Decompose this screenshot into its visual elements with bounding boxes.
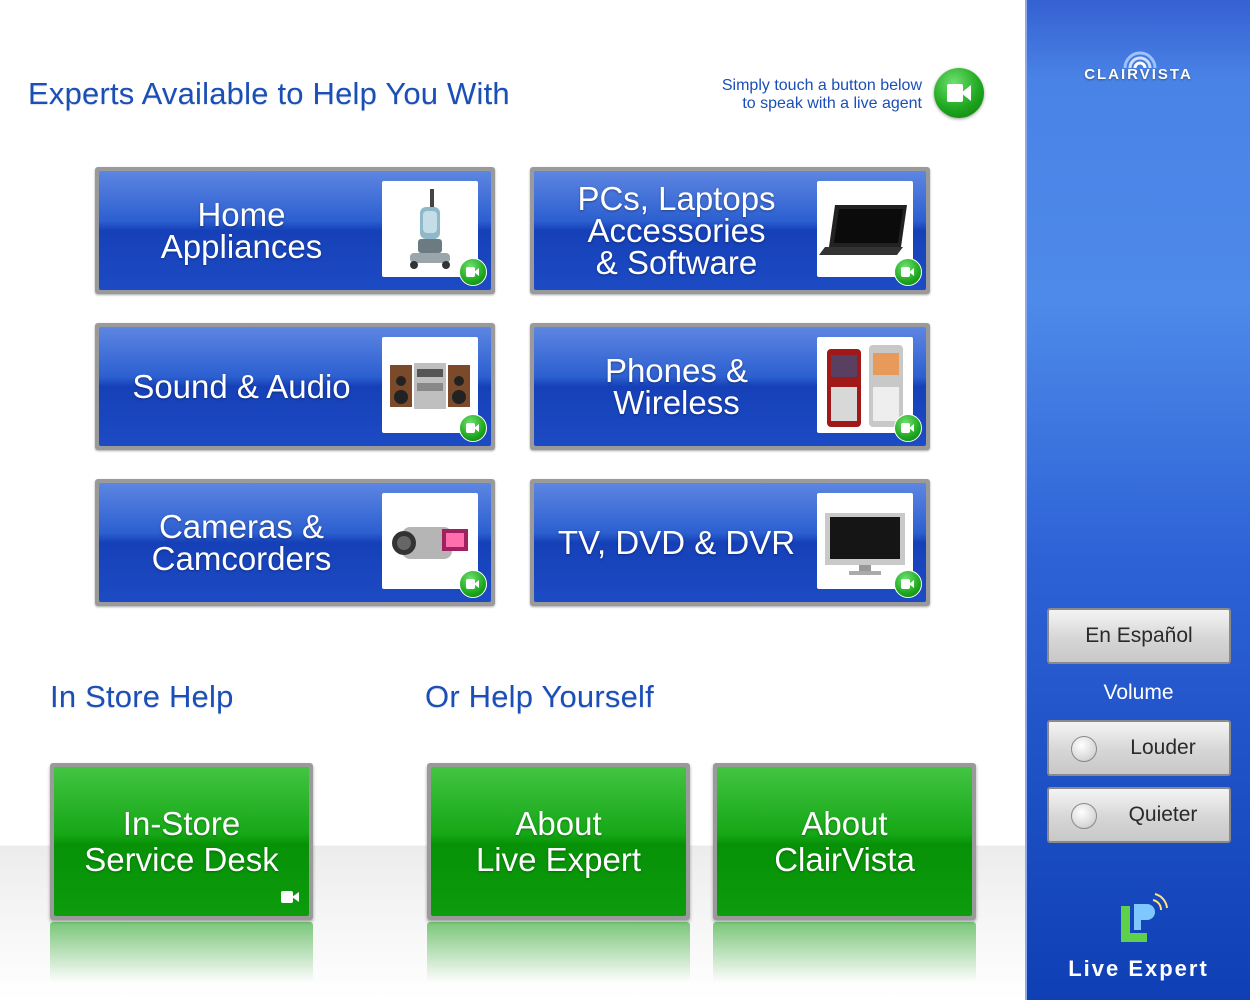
video-camera-icon	[894, 570, 922, 598]
agent-hint-line1: Simply touch a button below	[721, 77, 922, 94]
quieter-label: Quieter	[1128, 803, 1198, 826]
about-live-expert-button[interactable]: About Live Expert	[427, 763, 690, 920]
video-camera-icon	[459, 570, 487, 598]
category-tv-dvd-dvr[interactable]: TV, DVD & DVR	[530, 479, 930, 606]
louder-button[interactable]: Louder	[1047, 720, 1231, 776]
clairvista-brand: ClairVista	[1084, 66, 1193, 83]
spanish-language-label: En Español	[1085, 624, 1193, 647]
volume-knob-icon	[1071, 803, 1097, 829]
video-camera-icon	[894, 414, 922, 442]
video-camera-icon	[459, 258, 487, 286]
in-store-service-desk-button[interactable]: In-Store Service Desk	[50, 763, 313, 920]
category-label: Phones & Wireless	[604, 351, 749, 421]
category-label: Home Appliances	[160, 195, 323, 265]
spanish-language-button[interactable]: En Español	[1047, 608, 1231, 664]
page-title: Experts Available to Help You With	[28, 76, 510, 111]
video-camera-icon	[894, 258, 922, 286]
category-label: PCs, Laptops Accessories & Software	[577, 179, 776, 281]
agent-hint: Simply touch a button below to speak wit…	[640, 77, 922, 113]
service-desk-reflection	[50, 922, 313, 982]
main-area: Experts Available to Help You With Simpl…	[0, 0, 1025, 1000]
video-camera-icon	[279, 886, 301, 908]
live-expert-brand: Live Expert	[1068, 956, 1209, 981]
help-yourself-heading: Or Help Yourself	[425, 679, 654, 714]
video-call-icon	[934, 68, 984, 118]
volume-knob-icon	[1071, 736, 1097, 762]
in-store-help-heading: In Store Help	[50, 679, 234, 714]
about-live-expert-reflection	[427, 922, 690, 982]
louder-label: Louder	[1130, 736, 1196, 759]
category-sound-audio[interactable]: Sound & Audio	[95, 323, 495, 450]
quieter-button[interactable]: Quieter	[1047, 787, 1231, 843]
sidebar: ClairVista En Español Volume Louder Quie…	[1025, 0, 1250, 1000]
about-clairvista-label: About ClairVista	[774, 804, 915, 878]
category-phones-wireless[interactable]: Phones & Wireless	[530, 323, 930, 450]
live-expert-logo-icon	[1121, 893, 1168, 942]
category-pcs-laptops[interactable]: PCs, Laptops Accessories & Software	[530, 167, 930, 294]
agent-hint-line2: to speak with a live agent	[742, 95, 922, 112]
about-clairvista-reflection	[713, 922, 976, 982]
category-cameras-camcorders[interactable]: Cameras & Camcorders	[95, 479, 495, 606]
category-home-appliances[interactable]: Home Appliances	[95, 167, 495, 294]
category-label: Cameras & Camcorders	[151, 507, 332, 577]
volume-label: Volume	[1103, 681, 1174, 704]
category-label: Sound & Audio	[132, 367, 351, 405]
video-camera-icon	[459, 414, 487, 442]
clairvista-logo-icon	[1123, 51, 1157, 68]
service-desk-label: In-Store Service Desk	[84, 804, 279, 878]
category-label: TV, DVD & DVR	[557, 523, 796, 561]
about-clairvista-button[interactable]: About ClairVista	[713, 763, 976, 920]
about-live-expert-label: About Live Expert	[475, 804, 642, 878]
